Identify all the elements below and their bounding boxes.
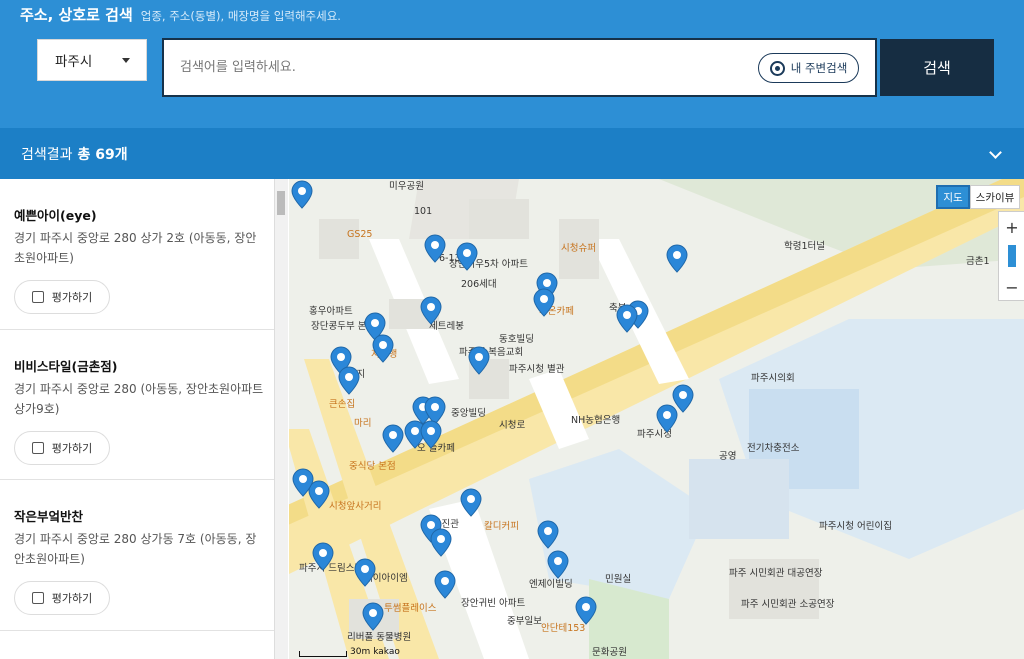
- map-place-label[interactable]: 동호빌딩: [499, 334, 534, 345]
- page-title: 주소, 상호로 검색: [20, 6, 133, 24]
- city-select-value: 파주시: [55, 54, 93, 70]
- rate-button[interactable]: 평가하기: [14, 430, 110, 465]
- map-place-label[interactable]: 큰손집: [329, 398, 355, 410]
- store-address: 경기 파주시 중앙로 280 (아동동, 장안초원아파트상가9호): [14, 381, 264, 416]
- map-place-label[interactable]: 세트레봉: [429, 321, 464, 332]
- nearby-search-button[interactable]: 내 주변검색: [758, 53, 859, 83]
- map-place-label[interactable]: 중식당 본점: [349, 460, 396, 472]
- result-count: 총 69개: [77, 146, 128, 163]
- scale-bar: [299, 651, 347, 657]
- result-list: 예쁜아이(eye) 경기 파주시 중앙로 280 상가 2호 (아동동, 장안초…: [0, 179, 275, 659]
- header-title-row: 주소, 상호로 검색 업종, 주소(동별), 매장명을 입력해주세요.: [20, 4, 341, 25]
- map-place-label[interactable]: 학령1터널: [784, 240, 825, 252]
- map-place-label[interactable]: 전기차충전소: [747, 442, 800, 454]
- map-view[interactable]: 미우공원 GS25 장안미우5차 아파트 206세대 시청슈퍼 가온카페 축복 홍우아파트 장단…: [289, 179, 1024, 659]
- map-place-label[interactable]: NH농협은행: [571, 414, 620, 426]
- search-button[interactable]: 검색: [880, 39, 994, 96]
- rate-button-label: 평가하기: [51, 592, 93, 605]
- map-place-label[interactable]: 중부일보: [507, 616, 542, 627]
- map-place-label[interactable]: 중앙빌딩: [451, 407, 486, 419]
- map-brand: kakao: [373, 647, 400, 657]
- caret-down-icon: [122, 58, 130, 63]
- list-item[interactable]: 작은부엌반찬 경기 파주시 중앙로 280 상가동 7호 (아동동, 장안초원아…: [0, 480, 274, 631]
- list-item[interactable]: 예쁜아이(eye) 경기 파주시 중앙로 280 상가 2호 (아동동, 장안초…: [0, 179, 274, 330]
- scale-label: 30m: [350, 647, 371, 657]
- zoom-control: + −: [998, 211, 1024, 301]
- store-name[interactable]: 작은부엌반찬: [14, 506, 260, 525]
- map-place-label[interactable]: 문화공원: [592, 647, 627, 658]
- chevron-down-icon[interactable]: [989, 146, 1002, 159]
- city-select[interactable]: 파주시: [37, 39, 147, 81]
- map-place-label[interactable]: GS25: [347, 229, 372, 240]
- map-place-label[interactable]: 시청로: [499, 420, 525, 431]
- map-place-label[interactable]: 공영: [719, 451, 736, 462]
- map-place-label[interactable]: 파주시청 별관: [509, 364, 565, 375]
- nearby-search-label: 내 주변검색: [790, 61, 848, 75]
- list-item[interactable]: 비비스타일(금촌점) 경기 파주시 중앙로 280 (아동동, 장안초원아파트상…: [0, 330, 274, 480]
- map-type-map-button[interactable]: 지도: [936, 185, 970, 209]
- map-place-label[interactable]: 엔제이빌딩: [529, 579, 573, 590]
- map-canvas[interactable]: 미우공원GS25장안미우5차 아파트206세대시청슈퍼가온카페 축복홍우아파트장단…: [289, 179, 1024, 659]
- search-box: 내 주변검색: [162, 38, 877, 97]
- thumbs-up-icon: [31, 441, 44, 454]
- store-address: 경기 파주시 중앙로 280 상가 2호 (아동동, 장안초원아파트): [14, 231, 257, 265]
- page-subtitle: 업종, 주소(동별), 매장명을 입력해주세요.: [140, 9, 341, 23]
- thumbs-up-icon: [31, 592, 44, 604]
- map-place-label[interactable]: 파주 시민회관 소공연장: [741, 599, 835, 610]
- map-place-label[interactable]: 101: [414, 206, 432, 217]
- thumbs-up-icon: [31, 291, 44, 303]
- map-place-label[interactable]: 안단테153: [541, 623, 585, 634]
- map-place-label[interactable]: 장안귀빈 아파트: [461, 598, 525, 609]
- scrollbar-thumb[interactable]: [277, 191, 285, 215]
- zoom-in-button[interactable]: +: [999, 212, 1024, 242]
- map-place-label[interactable]: 민원실: [605, 574, 631, 585]
- rate-button[interactable]: 평가하기: [14, 280, 110, 314]
- location-target-icon: [769, 60, 785, 76]
- store-name[interactable]: 비비스타일(금촌점): [14, 356, 260, 375]
- search-header: 주소, 상호로 검색 업종, 주소(동별), 매장명을 입력해주세요. 파주시 …: [0, 0, 1024, 128]
- map-place-label[interactable]: 마리: [354, 418, 371, 429]
- result-summary-bar[interactable]: 검색결과 총 69개: [0, 128, 1024, 179]
- map-place-label[interactable]: 파주시청 어린이집: [819, 520, 892, 532]
- store-address: 경기 파주시 중앙로 280 상가동 7호 (아동동, 장안초원아파트): [14, 532, 257, 566]
- list-scrollbar[interactable]: [275, 179, 288, 659]
- map-place-label[interactable]: 206세대: [461, 279, 497, 290]
- map-place-label[interactable]: 칼디커피: [484, 521, 519, 532]
- rate-button-label: 평가하기: [51, 291, 93, 304]
- map-place-label[interactable]: 홍우아파트: [309, 305, 353, 317]
- map-scale: 30m kakao: [299, 647, 400, 657]
- map-place-label[interactable]: 금촌1: [966, 256, 990, 267]
- zoom-slider[interactable]: [999, 242, 1024, 272]
- rate-button[interactable]: 평가하기: [14, 581, 110, 615]
- map-place-label[interactable]: 파주시의회: [751, 373, 795, 384]
- map-type-skyview-button[interactable]: 스카이뷰: [970, 185, 1020, 209]
- zoom-out-button[interactable]: −: [999, 272, 1024, 302]
- map-place-label[interactable]: 파주 시민회관 대공연장: [729, 568, 823, 579]
- result-prefix: 검색결과: [21, 146, 73, 163]
- map-place-label[interactable]: 리버풀 동물병원: [347, 632, 411, 643]
- zoom-slider-handle[interactable]: [1008, 245, 1016, 267]
- map-place-label[interactable]: 시청앞사거리: [329, 500, 381, 512]
- map-place-label[interactable]: 투썸플레이스: [384, 603, 437, 614]
- map-place-label[interactable]: 미우공원: [389, 181, 424, 192]
- map-place-label[interactable]: 오 늘카페: [417, 443, 455, 454]
- map-place-label[interactable]: 시청슈퍼: [561, 243, 596, 254]
- rate-button-label: 평가하기: [51, 441, 93, 455]
- store-name[interactable]: 예쁜아이(eye): [14, 205, 260, 224]
